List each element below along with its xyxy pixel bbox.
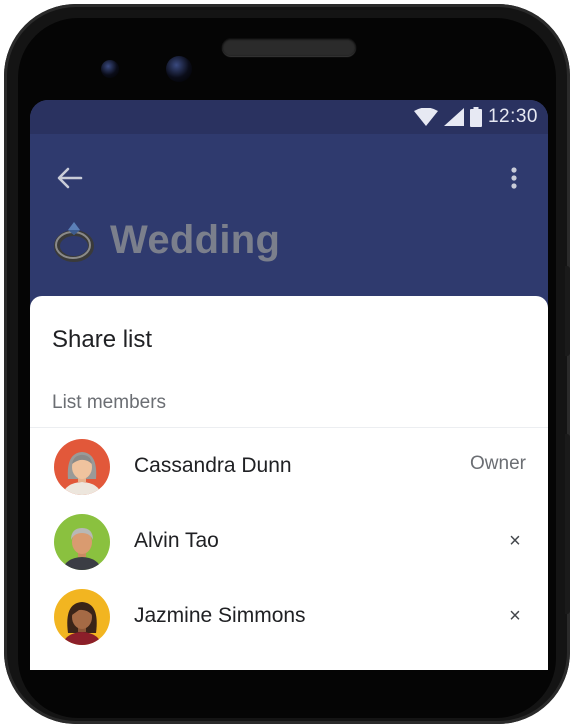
volume-button	[565, 434, 570, 614]
member-row[interactable]: Jazmine Simmons ×	[30, 581, 548, 651]
member-name: Cassandra Dunn	[134, 454, 292, 477]
member-role: Owner	[470, 453, 526, 474]
remove-member-button[interactable]: ×	[500, 601, 530, 631]
list-members-label: List members	[52, 392, 167, 413]
sheet-title: Share list	[52, 326, 153, 353]
share-list-sheet: Share list List members Cassandra Dunn O…	[30, 296, 548, 670]
avatar	[54, 439, 110, 495]
power-button	[565, 266, 570, 356]
earpiece-speaker	[222, 38, 356, 56]
avatar	[54, 589, 110, 645]
member-name: Jazmine Simmons	[134, 604, 306, 627]
cell-signal-icon	[443, 108, 464, 126]
status-time: 12:30	[487, 106, 538, 127]
front-sensor-icon	[166, 56, 192, 82]
avatar-woman-dark-hair-icon	[62, 602, 102, 645]
remove-member-button[interactable]: ×	[500, 526, 530, 556]
status-bar: 12:30	[30, 100, 548, 134]
front-camera-icon	[101, 60, 119, 78]
member-row[interactable]: Cassandra Dunn Owner	[30, 431, 548, 501]
list-title-row: Wedding	[52, 210, 280, 270]
avatar-man-gray-hair-icon	[62, 528, 102, 570]
close-icon: ×	[509, 529, 521, 552]
divider	[30, 427, 548, 428]
close-icon: ×	[509, 604, 521, 627]
avatar-woman-gray-hair-icon	[62, 452, 102, 495]
avatar	[54, 514, 110, 570]
app-bar: 12:30 Wedding	[30, 100, 548, 300]
phone-screen: 12:30 Wedding Share list List members Ca…	[30, 100, 548, 670]
wifi-icon	[413, 108, 438, 126]
member-name: Alvin Tao	[134, 529, 219, 552]
list-title: Wedding	[110, 217, 281, 262]
member-row[interactable]: Alvin Tao ×	[30, 506, 548, 576]
back-button[interactable]	[52, 160, 88, 196]
more-vert-icon	[511, 167, 517, 189]
ring-icon	[54, 222, 94, 262]
back-arrow-icon	[57, 167, 83, 189]
battery-icon	[469, 107, 482, 127]
more-options-button[interactable]	[504, 160, 524, 196]
